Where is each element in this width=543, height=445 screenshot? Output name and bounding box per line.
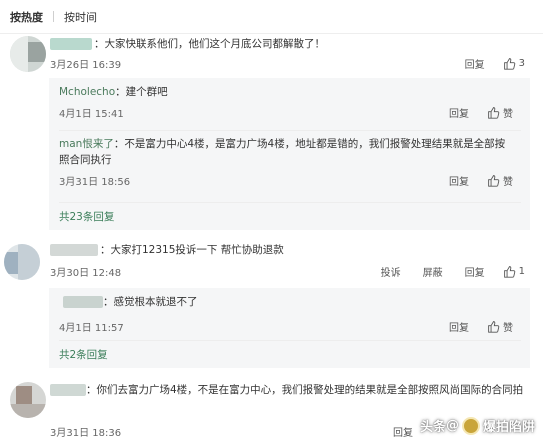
like-label: 赞 [503,176,513,188]
reply-username-blurred[interactable] [63,296,103,308]
reply-panel: ：感觉根本就退不了 4月1日 11:57 回复 赞 共2条回复 [49,288,530,368]
reply-username[interactable]: Mcholecho [59,86,115,98]
thumbs-up-icon [488,320,500,333]
username-blurred[interactable] [50,244,98,256]
comment-text: ：大家快联系他们，他们这个月底公司都解散了！ [94,38,325,50]
like-button[interactable]: 3 [503,57,525,70]
avatar[interactable] [10,382,46,418]
like-label: 赞 [503,108,513,120]
reply-actions: 回复 赞 [449,172,513,188]
reply-actions: 回复 赞 [449,318,513,334]
comment: ：大家打12315投诉一下 帮忙协助退款 3月30日 12:48 投诉 屏蔽 回… [0,240,543,370]
reply-item: man恨来了：不是富力中心4楼，是富力广场4楼，地址都是错的，我们报警处理结果就… [59,136,521,196]
comment: ：大家快联系他们，他们这个月底公司都解散了！ 3月26日 16:39 回复 3 … [0,34,543,230]
sort-by-hot-tab[interactable]: 按热度 [10,9,43,25]
reply-button[interactable]: 回复 [393,424,413,439]
reply-text: ：建个群吧 [115,86,168,98]
like-button[interactable]: 赞 [487,319,513,334]
sort-bar: 按热度 按时间 [0,0,543,34]
username-blurred[interactable] [50,38,92,50]
divider [59,202,521,203]
comment-actions: 回复 [393,423,413,439]
reply-time: 3月31日 18:56 [59,177,131,188]
like-button[interactable]: 1 [503,265,525,278]
complain-button[interactable]: 投诉 [381,264,401,279]
reply-text: ：不是富力中心4楼，是富力广场4楼，地址都是错的，我们报警处理结果就是全部按照合… [59,138,506,166]
divider [59,340,521,341]
thumbs-up-icon [488,174,500,187]
watermark-prefix: 头条 [419,420,446,435]
reply-button[interactable]: 回复 [465,264,485,279]
avatar[interactable] [10,36,46,72]
reply-item: Mcholecho：建个群吧 4月1日 15:41 回复 赞 [59,84,521,124]
watermark-at: @ [445,418,459,433]
reply-button[interactable]: 回复 [449,319,469,334]
comment-time: 3月31日 18:36 [50,428,122,439]
source-watermark: 头条 @ 爆拍陷阱 [420,416,535,435]
view-all-replies-link[interactable]: 共2条回复 [59,347,108,362]
reply-button[interactable]: 回复 [465,56,485,71]
watermark-name: 爆拍陷阱 [482,420,535,435]
reply-text: ：感觉根本就退不了 [103,296,198,308]
reply-button[interactable]: 回复 [449,105,469,120]
watermark-logo-icon [461,416,480,435]
comment-text: ：你们去富力广场4楼，不是在富力中心，我们报警处理的结果就是全部按照风尚国际的合… [86,384,524,396]
block-button[interactable]: 屏蔽 [423,264,443,279]
like-button[interactable]: 赞 [487,173,513,188]
thumbs-up-icon [503,265,515,278]
thumbs-up-icon [503,57,515,70]
comment-actions: 回复 3 [465,55,525,71]
reply-button[interactable]: 回复 [449,173,469,188]
view-all-replies-link[interactable]: 共23条回复 [59,209,114,224]
avatar[interactable] [4,244,40,280]
comment-time: 3月30日 12:48 [50,268,122,279]
comment-actions: 投诉 屏蔽 回复 1 [381,263,525,279]
reply-panel: Mcholecho：建个群吧 4月1日 15:41 回复 赞 man恨来了：不是… [49,78,530,230]
sort-divider [53,11,54,22]
reply-item: ：感觉根本就退不了 4月1日 11:57 回复 赞 [59,294,521,334]
sort-by-time-tab[interactable]: 按时间 [64,9,97,25]
reply-actions: 回复 赞 [449,104,513,120]
reply-time: 4月1日 11:57 [59,323,124,334]
like-count: 3 [518,57,525,69]
comment-time: 3月26日 16:39 [50,60,122,71]
like-count: 1 [518,265,525,277]
comment-text: ：大家打12315投诉一下 帮忙协助退款 [100,244,284,256]
reply-username[interactable]: man恨来了 [59,138,114,150]
like-label: 赞 [503,322,513,334]
divider [59,130,521,131]
reply-time: 4月1日 15:41 [59,109,124,120]
thumbs-up-icon [488,106,500,119]
like-button[interactable]: 赞 [487,105,513,120]
